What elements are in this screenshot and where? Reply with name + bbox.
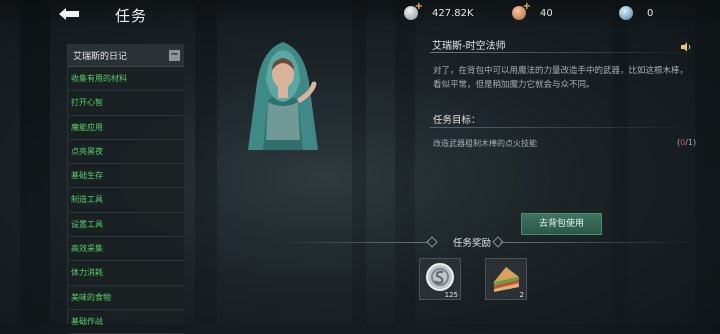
goal-progress: (0/1)	[677, 138, 696, 147]
diary-item[interactable]: 基础作战	[68, 310, 184, 334]
goal-title: 任务目标：	[433, 115, 481, 126]
collapse-button[interactable]: −	[169, 49, 180, 61]
voice-play-button[interactable]	[680, 37, 692, 56]
page-title: 任务	[115, 7, 148, 25]
rewards-title: 任务奖励	[453, 238, 492, 249]
diary-item[interactable]: 点亮黑夜	[68, 140, 184, 165]
diary-item[interactable]: 制造工具	[68, 188, 184, 213]
reward-item-sandwich[interactable]: 2	[485, 258, 527, 300]
diamond-ornament-icon	[426, 236, 438, 248]
diary-item[interactable]: 美味的食物	[68, 286, 184, 310]
back-arrow-icon	[59, 8, 79, 20]
currency-silver[interactable]: + 427.82K	[404, 1, 474, 20]
diary-item[interactable]: 设置工具	[68, 213, 184, 238]
food-amount: 40	[540, 7, 553, 19]
currency-food[interactable]: + 40	[512, 1, 553, 20]
gem-icon	[619, 6, 633, 20]
silver-coin-icon: +	[404, 1, 423, 20]
gem-amount: 0	[647, 7, 654, 19]
divider	[278, 242, 428, 243]
currency-gem[interactable]: 0	[619, 6, 653, 20]
diary-item[interactable]: 打开心智	[68, 91, 184, 116]
speaker-icon	[681, 42, 691, 52]
goal-progress-total: /1)	[685, 138, 697, 147]
food-icon: +	[512, 1, 531, 20]
diary-title: 艾瑞斯的日记	[73, 51, 128, 62]
diary-header[interactable]: 艾瑞斯的日记 −	[68, 44, 184, 67]
divider	[430, 127, 695, 128]
divider	[430, 52, 700, 53]
top-bar	[0, 0, 720, 28]
npc-dialog: 对了，在背包中可以用魔法的力量改造手中的武器，比如这根木棒，看似平常，但是稍加魔…	[433, 66, 689, 90]
goal-text: 改造武器粗制木棒的点火技能	[433, 139, 537, 148]
diary-item[interactable]: 基础生存	[68, 164, 184, 189]
back-button[interactable]	[56, 4, 82, 24]
npc-portrait	[248, 42, 318, 150]
go-to-backpack-button[interactable]: 去背包使用	[521, 213, 602, 235]
npc-name: 艾瑞斯-时空法师	[432, 41, 506, 52]
reward-item-silver[interactable]: 125	[419, 258, 461, 300]
diary-item[interactable]: 体力消耗	[68, 261, 184, 286]
reward-count: 125	[444, 291, 458, 299]
silver-amount: 427.82K	[432, 7, 474, 19]
divider	[500, 242, 690, 243]
diary-item[interactable]: 收集有用的材料	[68, 67, 184, 92]
reward-count: 2	[519, 291, 524, 299]
diary-item[interactable]: 高效采集	[68, 237, 184, 262]
diary-item[interactable]: 魔能应用	[68, 116, 184, 140]
diary-panel: 艾瑞斯的日记 − 收集有用的材料 打开心智 魔能应用 点亮黑夜 基础生存 制造工…	[67, 44, 184, 334]
